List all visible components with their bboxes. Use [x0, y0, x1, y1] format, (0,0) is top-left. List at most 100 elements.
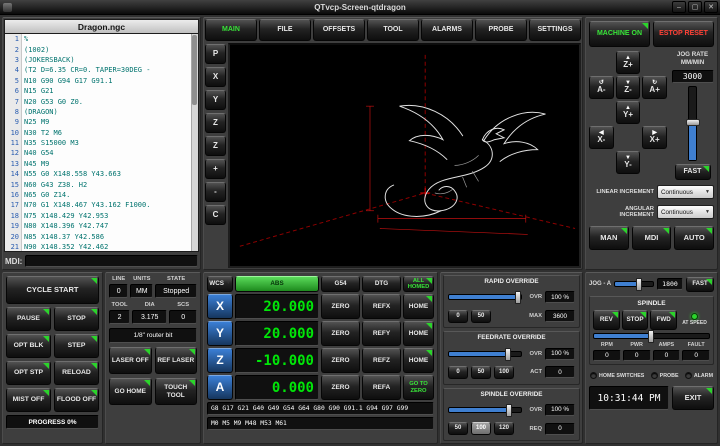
gcode-line[interactable]: 10 N30 T2 M6: [5, 128, 198, 138]
zero-z-button[interactable]: ZERO: [321, 348, 360, 373]
jog-a-slider[interactable]: [614, 281, 654, 287]
spindle-100-button[interactable]: 100: [471, 422, 491, 435]
spindle-speed-slider[interactable]: [593, 333, 710, 339]
rapid-override-slider[interactable]: [448, 294, 522, 300]
zero-x-button[interactable]: ZERO: [321, 294, 360, 319]
laser-button[interactable]: LASER OFF: [109, 347, 152, 374]
exit-button[interactable]: EXIT: [672, 386, 714, 410]
view-button[interactable]: Z: [205, 136, 226, 156]
gcode-line[interactable]: 1 %: [5, 34, 198, 44]
gcode-line[interactable]: 3 (JOKERSBACK): [5, 55, 198, 65]
rapid-slider-thumb[interactable]: [515, 291, 521, 304]
view-button[interactable]: P: [205, 44, 226, 64]
tab[interactable]: ALARMS: [421, 19, 473, 41]
gremlin-3d-preview[interactable]: [228, 43, 581, 268]
go-home-button[interactable]: GO HOME: [109, 378, 152, 405]
machine-on-button[interactable]: MACHINE ON: [589, 21, 650, 47]
feedrate-0-button[interactable]: 0: [448, 366, 468, 379]
jog-a-slider-thumb[interactable]: [636, 278, 642, 291]
jog-y-plus-button[interactable]: ▲ Y+: [616, 101, 641, 124]
tab[interactable]: TOOL: [367, 19, 419, 41]
zero-y-button[interactable]: ZERO: [321, 321, 360, 346]
axis-y-button[interactable]: Y: [207, 321, 233, 346]
ref-a-button[interactable]: REFA: [362, 375, 401, 400]
gcode-scrollbar-thumb[interactable]: [192, 35, 197, 105]
dtg-button[interactable]: DTG: [362, 276, 401, 292]
gcode-line-list[interactable]: 1 % 2 (1002) 3 (JOKERSBACK) 4 (T2 D=6.35…: [4, 34, 199, 252]
axis-z-button[interactable]: Z: [207, 348, 233, 373]
gcode-line[interactable]: 2 (1002): [5, 44, 198, 54]
ref-x-button[interactable]: REFX: [362, 294, 401, 319]
view-button[interactable]: -: [205, 182, 226, 202]
gcode-line[interactable]: 19 N80 X148.396 Y42.747: [5, 221, 198, 231]
feedrate-100-button[interactable]: 100: [494, 366, 514, 379]
jog-z-plus-button[interactable]: ▲ Z+: [616, 51, 641, 74]
jog-a-minus-button[interactable]: ↺ A-: [589, 76, 614, 99]
tab[interactable]: FILE: [259, 19, 311, 41]
jog-rate-slider[interactable]: [688, 86, 697, 162]
spindle-120-button[interactable]: 120: [494, 422, 514, 435]
ref-y-button[interactable]: REFY: [362, 321, 401, 346]
feedrate-50-button[interactable]: 50: [471, 366, 491, 379]
angular-increment-select[interactable]: Continuous ▼: [657, 205, 714, 219]
optional-stop-button[interactable]: OPT STP: [6, 361, 51, 385]
spindle-fwd-button[interactable]: FWD: [650, 310, 677, 330]
tab[interactable]: PROBE: [475, 19, 527, 41]
jog-x-plus-button[interactable]: ▶ X+: [642, 126, 667, 149]
gcode-scrollbar[interactable]: [191, 34, 198, 251]
optional-block-button[interactable]: OPT BLK: [6, 334, 51, 358]
jog-y-minus-button[interactable]: ▼ Y-: [616, 151, 641, 174]
gcode-line[interactable]: 8 (DRAGON): [5, 107, 198, 117]
jog-z-minus-button[interactable]: ▼ Z-: [616, 76, 641, 99]
feedrate-override-slider[interactable]: [448, 351, 522, 357]
tab[interactable]: MAIN: [205, 19, 257, 41]
gcode-line[interactable]: 21 N90 X148.352 Y42.462: [5, 242, 198, 252]
spindle-stop-button[interactable]: STOP: [622, 310, 649, 330]
spindle-override-slider[interactable]: [448, 407, 522, 413]
reload-button[interactable]: RELOAD: [54, 361, 99, 385]
jog-a-plus-button[interactable]: ↻ A+: [642, 76, 667, 99]
g54-button[interactable]: G54: [321, 276, 360, 292]
close-icon[interactable]: ✕: [704, 1, 718, 13]
gcode-line[interactable]: 16 N65 G0 Z14.: [5, 190, 198, 200]
gcode-line[interactable]: 7 N20 G53 G0 Z0.: [5, 96, 198, 106]
touch-tool-button[interactable]: TOUCH TOOL: [155, 378, 198, 405]
view-button[interactable]: Y: [205, 90, 226, 110]
pause-button[interactable]: PAUSE: [6, 307, 51, 331]
jog-rate-slider-thumb[interactable]: [686, 119, 700, 126]
gcode-line[interactable]: 5 N10 G90 G94 G17 G91.1: [5, 76, 198, 86]
gcode-line[interactable]: 12 N40 G54: [5, 148, 198, 158]
jog-a-fast-button[interactable]: FAST: [686, 277, 714, 292]
gcode-line[interactable]: 14 N55 G0 X148.558 Y43.663: [5, 169, 198, 179]
zero-a-button[interactable]: ZERO: [321, 375, 360, 400]
mist-button[interactable]: MIST OFF: [6, 388, 51, 412]
spindle-50-button[interactable]: 50: [448, 422, 468, 435]
abs-button[interactable]: ABS: [235, 276, 319, 292]
titlebar[interactable]: QTvcp-Screen-qtdragon – ▢ ✕: [0, 0, 720, 15]
feedrate-slider-thumb[interactable]: [505, 348, 511, 361]
gcode-line[interactable]: 6 N15 G21: [5, 86, 198, 96]
minimize-icon[interactable]: –: [672, 1, 686, 13]
gcode-line[interactable]: 18 N75 X148.429 Y42.953: [5, 211, 198, 221]
spindle-rev-button[interactable]: REV: [593, 310, 620, 330]
maximize-icon[interactable]: ▢: [688, 1, 702, 13]
jog-fast-button[interactable]: FAST: [675, 164, 711, 180]
view-button[interactable]: Z: [205, 113, 226, 133]
home-y-button[interactable]: HOME: [403, 321, 434, 346]
view-button[interactable]: +: [205, 159, 226, 179]
rapid-0-button[interactable]: 0: [448, 310, 468, 323]
spindle-slider-thumb[interactable]: [506, 404, 512, 417]
spindle-speed-thumb[interactable]: [648, 330, 654, 343]
go-to-zero-button[interactable]: GO TO ZERO: [403, 375, 434, 400]
gcode-line[interactable]: 15 N60 G43 Z38. H2: [5, 179, 198, 189]
flood-button[interactable]: FLOOD OFF: [54, 388, 99, 412]
tab[interactable]: SETTINGS: [529, 19, 581, 41]
tab[interactable]: OFFSETS: [313, 19, 365, 41]
gcode-line[interactable]: 9 N25 M9: [5, 117, 198, 127]
all-homed-button[interactable]: ALL HOMED: [403, 276, 434, 292]
gcode-line[interactable]: 20 N85 X148.37 Y42.586: [5, 231, 198, 241]
gcode-line[interactable]: 13 N45 M9: [5, 159, 198, 169]
home-x-button[interactable]: HOME: [403, 294, 434, 319]
view-button[interactable]: C: [205, 205, 226, 225]
gcode-line[interactable]: 17 N70 G1 X148.467 Y43.162 F1000.: [5, 200, 198, 210]
